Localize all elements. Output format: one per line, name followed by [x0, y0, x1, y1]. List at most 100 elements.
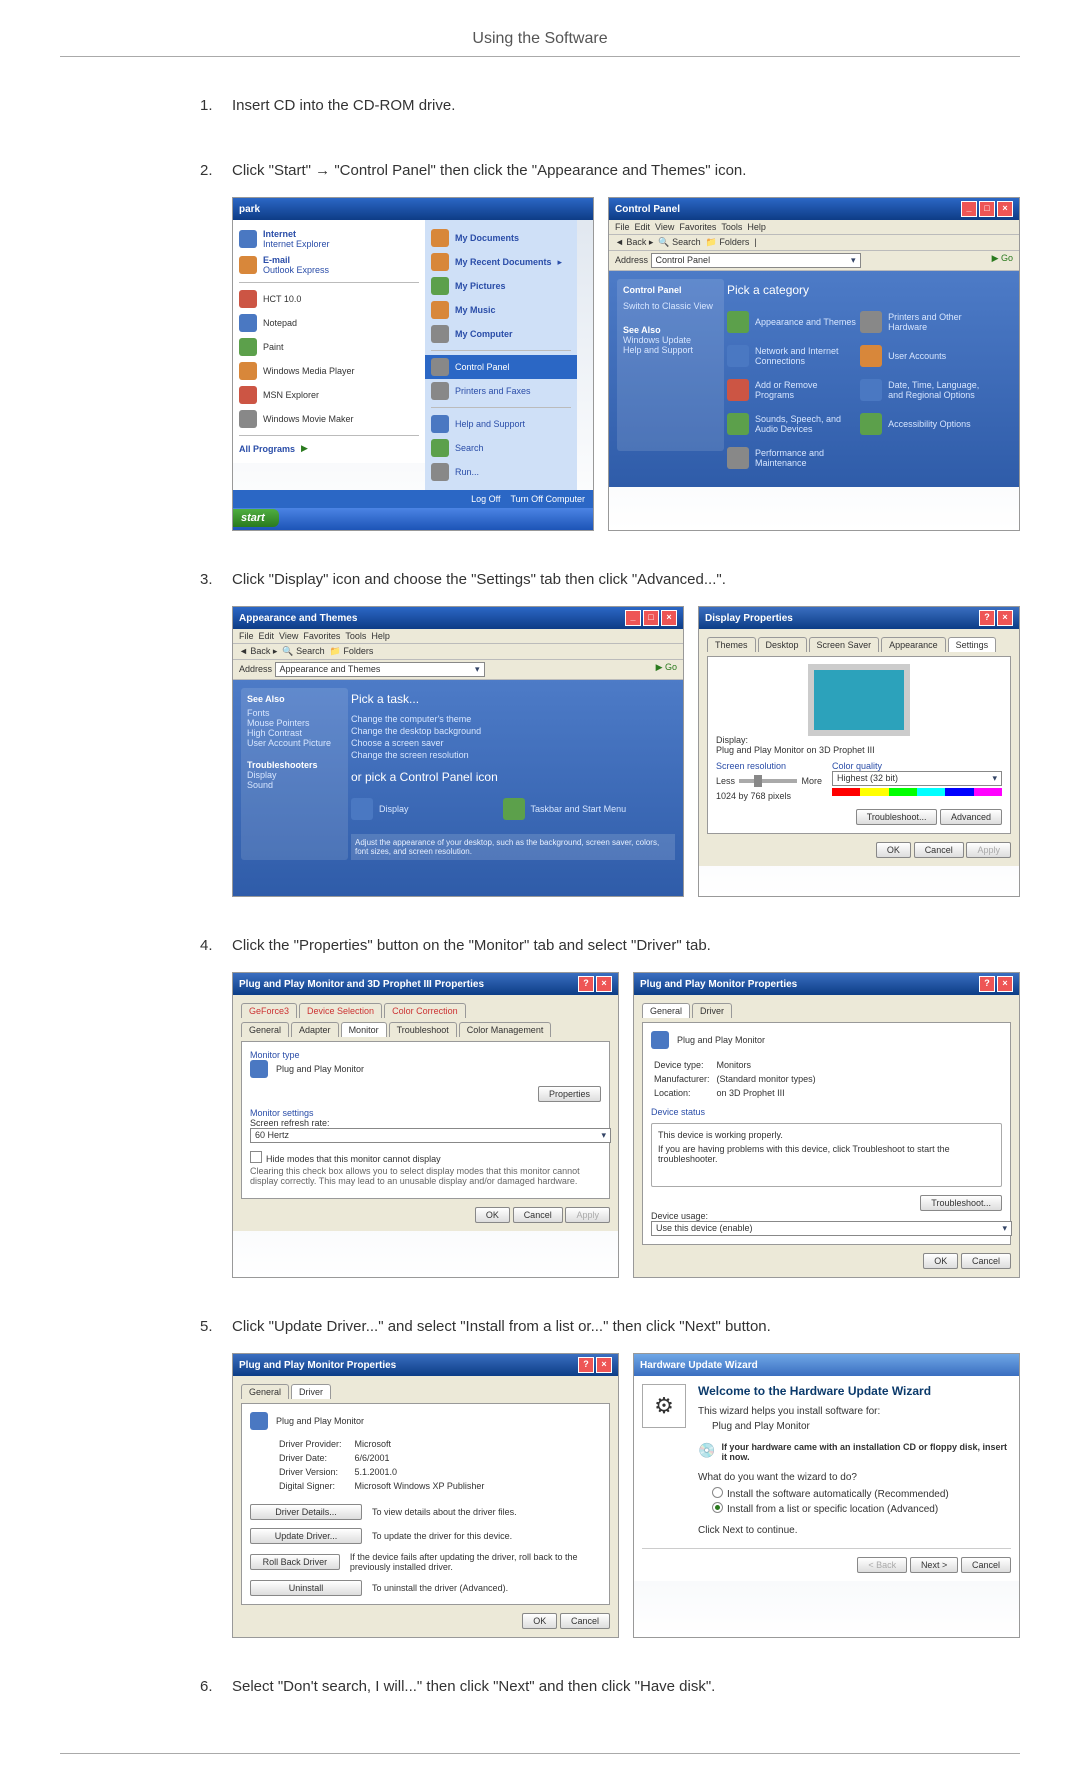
category[interactable]: Sounds, Speech, and Audio Devices [755, 414, 858, 434]
tab-driver[interactable]: Driver [291, 1384, 331, 1399]
advanced-button[interactable]: Advanced [940, 809, 1002, 825]
cancel-button[interactable]: Cancel [961, 1253, 1011, 1269]
close-icon[interactable]: × [596, 976, 612, 992]
tab[interactable]: Themes [707, 637, 756, 652]
sidebar-item[interactable]: Switch to Classic View [623, 301, 718, 311]
cancel-button[interactable]: Cancel [513, 1207, 563, 1223]
minimize-icon[interactable]: _ [625, 610, 641, 626]
radio-auto[interactable] [712, 1487, 723, 1498]
uninstall-button[interactable]: Uninstall [250, 1580, 362, 1596]
menu-item-label[interactable]: Windows Media Player [263, 366, 355, 376]
troubleshoot-button[interactable]: Troubleshoot... [920, 1195, 1002, 1211]
ok-button[interactable]: OK [475, 1207, 510, 1223]
cancel-button[interactable]: Cancel [560, 1613, 610, 1629]
start-button[interactable]: start [233, 509, 279, 527]
tab[interactable]: Appearance [881, 637, 946, 652]
tab[interactable]: Color Correction [384, 1003, 466, 1018]
menu-item-label[interactable]: MSN Explorer [263, 390, 319, 400]
resolution-slider[interactable] [739, 779, 797, 783]
sidebar-item[interactable]: Windows Update [623, 335, 718, 345]
category[interactable]: Printers and Other Hardware [888, 312, 991, 332]
ok-button[interactable]: OK [923, 1253, 958, 1269]
apply-button[interactable]: Apply [966, 842, 1011, 858]
task-link[interactable]: Change the desktop background [351, 726, 675, 736]
cp-icon-display[interactable]: Display [379, 804, 409, 814]
tab[interactable]: Color Management [459, 1022, 552, 1037]
sidebar-item[interactable]: Mouse Pointers [247, 718, 342, 728]
category-appearance[interactable]: Appearance and Themes [755, 317, 856, 327]
tab-monitor[interactable]: Monitor [341, 1022, 387, 1037]
troubleshoot-button[interactable]: Troubleshoot... [856, 809, 938, 825]
address-value[interactable]: Appearance and Themes [280, 664, 381, 675]
cancel-button[interactable]: Cancel [961, 1557, 1011, 1573]
driver-details-button[interactable]: Driver Details... [250, 1504, 362, 1520]
logoff-button[interactable]: Log Off [471, 494, 500, 504]
menu-item-label[interactable]: My Music [455, 305, 496, 315]
sidebar-item[interactable]: High Contrast [247, 728, 342, 738]
category[interactable]: Network and Internet Connections [755, 346, 858, 366]
menu-item-label[interactable]: Internet [263, 229, 296, 239]
menu-item-label[interactable]: Search [455, 443, 484, 453]
tab[interactable]: Adapter [291, 1022, 339, 1037]
menu-item-label[interactable]: HCT 10.0 [263, 294, 301, 304]
menu-item-label[interactable]: Paint [263, 342, 284, 352]
sidebar-item[interactable]: Display [247, 770, 342, 780]
close-icon[interactable]: × [997, 201, 1013, 217]
tab[interactable]: General [241, 1022, 289, 1037]
menu-item-control-panel[interactable]: Control Panel [455, 362, 510, 372]
help-icon[interactable]: ? [578, 1357, 594, 1373]
maximize-icon[interactable]: □ [643, 610, 659, 626]
menu-item-label[interactable]: Run... [455, 467, 479, 477]
menu-item-label[interactable]: E-mail [263, 255, 290, 265]
help-icon[interactable]: ? [979, 610, 995, 626]
tab[interactable]: Device Selection [299, 1003, 382, 1018]
cancel-button[interactable]: Cancel [914, 842, 964, 858]
tab[interactable]: Desktop [758, 637, 807, 652]
all-programs[interactable]: All Programs [239, 444, 295, 454]
tab-driver[interactable]: Driver [692, 1003, 732, 1018]
tab-general[interactable]: General [642, 1003, 690, 1018]
device-usage-select[interactable]: Use this device (enable)▾ [651, 1221, 1012, 1236]
task-link[interactable]: Change the screen resolution [351, 750, 675, 760]
sidebar-item[interactable]: User Account Picture [247, 738, 342, 748]
menu-item-label[interactable]: Help and Support [455, 419, 525, 429]
tab[interactable]: Troubleshoot [389, 1022, 457, 1037]
back-button[interactable]: < Back [857, 1557, 907, 1573]
category[interactable]: Add or Remove Programs [755, 380, 858, 400]
tab[interactable]: Screen Saver [809, 637, 880, 652]
help-icon[interactable]: ? [979, 976, 995, 992]
menu-item-label[interactable]: Windows Movie Maker [263, 414, 354, 424]
menu-item-label[interactable]: My Computer [455, 329, 513, 339]
properties-button[interactable]: Properties [538, 1086, 601, 1102]
rollback-driver-button[interactable]: Roll Back Driver [250, 1554, 340, 1570]
category[interactable]: Performance and Maintenance [755, 448, 858, 468]
category[interactable]: User Accounts [888, 351, 946, 361]
help-icon[interactable]: ? [578, 976, 594, 992]
ok-button[interactable]: OK [522, 1613, 557, 1629]
menu-item-label[interactable]: Notepad [263, 318, 297, 328]
tab-general[interactable]: General [241, 1384, 289, 1399]
cp-icon[interactable]: Taskbar and Start Menu [531, 804, 627, 814]
menu-item-label[interactable]: My Documents [455, 233, 519, 243]
menu-item-label[interactable]: My Pictures [455, 281, 506, 291]
ok-button[interactable]: OK [876, 842, 911, 858]
close-icon[interactable]: × [997, 976, 1013, 992]
turnoff-button[interactable]: Turn Off Computer [510, 494, 585, 504]
close-icon[interactable]: × [661, 610, 677, 626]
task-link[interactable]: Change the computer's theme [351, 714, 675, 724]
color-quality-select[interactable]: Highest (32 bit)▾ [832, 771, 1002, 786]
tab-settings[interactable]: Settings [948, 637, 997, 652]
menu-item-label[interactable]: Printers and Faxes [455, 386, 531, 396]
close-icon[interactable]: × [997, 610, 1013, 626]
sidebar-item[interactable]: Sound [247, 780, 342, 790]
sidebar-item[interactable]: Help and Support [623, 345, 718, 355]
refresh-rate-select[interactable]: 60 Hertz▾ [250, 1128, 611, 1143]
apply-button[interactable]: Apply [565, 1207, 610, 1223]
next-button[interactable]: Next > [910, 1557, 958, 1573]
update-driver-button[interactable]: Update Driver... [250, 1528, 362, 1544]
radio-list[interactable] [712, 1502, 723, 1513]
sidebar-item[interactable]: Fonts [247, 708, 342, 718]
close-icon[interactable]: × [596, 1357, 612, 1373]
category[interactable]: Date, Time, Language, and Regional Optio… [888, 380, 991, 400]
minimize-icon[interactable]: _ [961, 201, 977, 217]
